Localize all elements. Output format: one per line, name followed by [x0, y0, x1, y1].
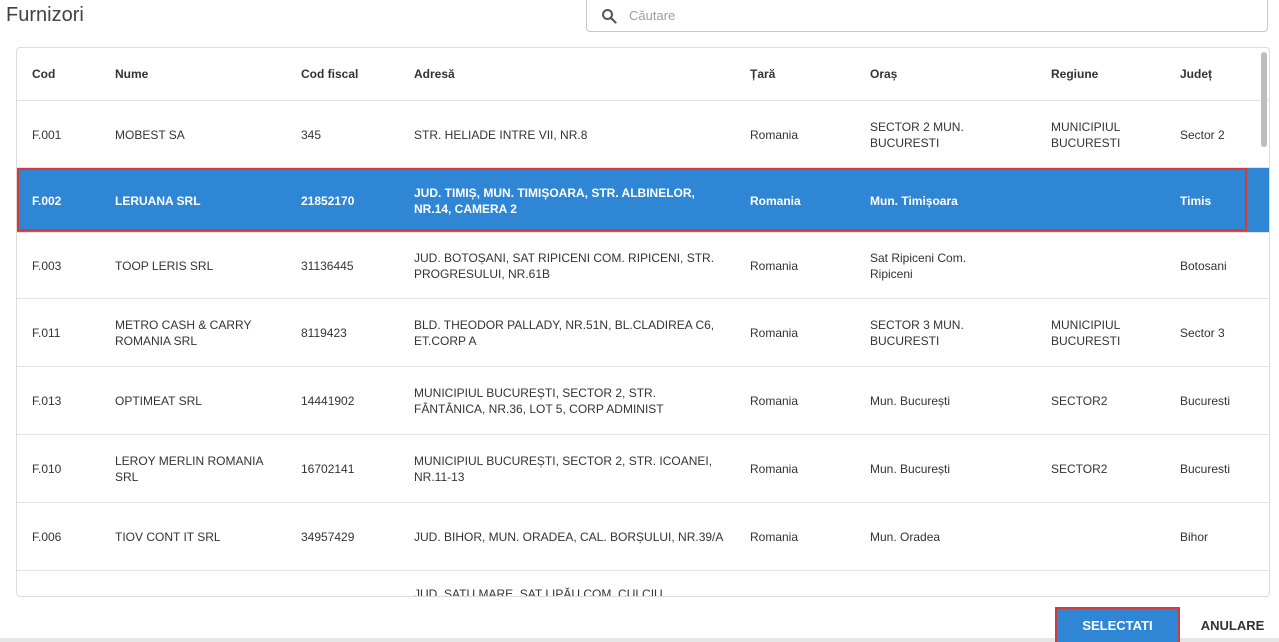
- cell-cod-fiscal: 34957429: [301, 530, 355, 544]
- cell-adresa: JUD. BOTOȘANI, SAT RIPICENI COM. RIPICEN…: [414, 251, 715, 281]
- cell-tara: Romania: [750, 326, 799, 340]
- cell-cod: F.001: [32, 127, 62, 142]
- cancel-button[interactable]: ANULARE: [1190, 609, 1275, 642]
- cell-judet: Sector 3: [1180, 326, 1225, 340]
- column-header-judet[interactable]: Județ: [1180, 48, 1212, 100]
- table-row-selected[interactable]: F.002 LERUANA SRL 21852170 JUD. TIMIȘ, M…: [17, 167, 1269, 233]
- cell-cod: F.003: [32, 259, 62, 273]
- select-button[interactable]: SELECTATI: [1055, 607, 1180, 642]
- cell-cod: F.010: [32, 462, 62, 476]
- column-header-oras[interactable]: Oraș: [870, 48, 897, 100]
- search-icon: [601, 8, 617, 24]
- cell-regiune: [1051, 503, 1161, 571]
- cell-adresa: JUD. BIHOR, MUN. ORADEA, CAL. BORȘULUI, …: [414, 530, 724, 544]
- cell-adresa: STR. HELIADE INTRE VII, NR.8: [414, 127, 588, 142]
- table-scrollbar[interactable]: [1261, 52, 1267, 147]
- cell-cod-fiscal: 8119423: [301, 326, 347, 340]
- cell-tara: Romania: [750, 259, 799, 273]
- cell-tara: Romania: [750, 193, 801, 208]
- cell-judet: Bucuresti: [1180, 462, 1231, 476]
- cell-judet: Timis: [1180, 193, 1212, 208]
- search-box[interactable]: [586, 0, 1268, 32]
- table-row[interactable]: F.011 METRO CASH & CARRY ROMANIA SRL 811…: [17, 298, 1269, 367]
- cell-oras: Sat Ripiceni Com. Ripiceni: [870, 251, 967, 281]
- search-input[interactable]: [627, 7, 1231, 24]
- cell-oras: Mun. Oradea: [870, 530, 941, 544]
- cell-regiune: SECTOR2: [1051, 462, 1108, 476]
- cell-oras: Mun. București: [870, 462, 951, 476]
- column-header-regiune[interactable]: Regiune: [1051, 48, 1098, 100]
- cell-adresa: JUD. TIMIȘ, MUN. TIMIȘOARA, STR. ALBINEL…: [414, 185, 695, 216]
- cell-nume: TIOV CONT IT SRL: [115, 530, 221, 544]
- cell-adresa: BLD. THEODOR PALLADY, NR.51N, BL.CLADIRE…: [414, 318, 715, 348]
- cell-nume: METRO CASH & CARRY ROMANIA SRL: [115, 318, 252, 348]
- cell-judet: Sector 2: [1180, 127, 1225, 142]
- column-header-nume[interactable]: Nume: [115, 48, 148, 100]
- table-header: Cod Nume Cod fiscal Adresă Țară Oraș Reg…: [17, 48, 1269, 100]
- table-row[interactable]: F.006 TIOV CONT IT SRL 34957429 JUD. BIH…: [17, 502, 1269, 571]
- table-row[interactable]: F.003 TOOP LERIS SRL 31136445 JUD. BOTOȘ…: [17, 232, 1269, 299]
- suppliers-table: Cod Nume Cod fiscal Adresă Țară Oraș Reg…: [16, 47, 1270, 597]
- column-header-adresa[interactable]: Adresă: [414, 48, 455, 100]
- cell-regiune: MUNICIPIUL BUCURESTI: [1051, 119, 1121, 150]
- cell-nume: TOOP LERIS SRL: [115, 259, 214, 273]
- cell-cod-fiscal: 21852170: [301, 193, 355, 208]
- column-header-cod[interactable]: Cod: [32, 48, 55, 100]
- cell-nume: LEROY MERLIN ROMANIA SRL: [115, 454, 263, 484]
- cell-nume: OPTIMEAT SRL: [115, 394, 202, 408]
- cell-cod: F.006: [32, 530, 62, 544]
- cell-oras: Mun. București: [870, 394, 951, 408]
- cell-cod: F.013: [32, 394, 62, 408]
- cell-regiune: [1051, 233, 1161, 299]
- cell-cod: F.002: [32, 193, 62, 208]
- cell-cod-fiscal: 31136445: [301, 259, 354, 273]
- cell-tara: Romania: [750, 530, 799, 544]
- cell-oras: SECTOR 3 MUN. BUCURESTI: [870, 318, 964, 348]
- page-title: Furnizori: [6, 4, 84, 26]
- table-row-partial[interactable]: JUD. SATU MARE, SAT LIPĂU COM. CULCIU,: [17, 570, 1269, 597]
- cell-judet: Bucuresti: [1180, 394, 1231, 408]
- cell-adresa: JUD. SATU MARE, SAT LIPĂU COM. CULCIU,: [414, 587, 667, 597]
- cell-tara: Romania: [750, 394, 799, 408]
- cell-cod-fiscal: 16702141: [301, 462, 355, 476]
- column-header-cod-fiscal[interactable]: Cod fiscal: [301, 48, 358, 100]
- cell-regiune: [1051, 168, 1161, 233]
- table-row[interactable]: F.001 MOBEST SA 345 STR. HELIADE INTRE V…: [17, 100, 1269, 168]
- cell-regiune: MUNICIPIUL BUCURESTI: [1051, 318, 1121, 348]
- cell-tara: Romania: [750, 462, 799, 476]
- table-row[interactable]: F.010 LEROY MERLIN ROMANIA SRL 16702141 …: [17, 434, 1269, 503]
- cell-nume: LERUANA SRL: [115, 193, 201, 208]
- cell-oras: SECTOR 2 MUN. BUCURESTI: [870, 119, 964, 150]
- cell-tara: Romania: [750, 127, 799, 142]
- cell-judet: Bihor: [1180, 530, 1209, 544]
- cell-oras: Mun. Timișoara: [870, 193, 958, 208]
- table-row[interactable]: F.013 OPTIMEAT SRL 14441902 MUNICIPIUL B…: [17, 366, 1269, 435]
- cell-adresa: MUNICIPIUL BUCUREȘTI, SECTOR 2, STR. FÂN…: [414, 386, 664, 416]
- cell-nume: MOBEST SA: [115, 127, 185, 142]
- cell-cod-fiscal: 345: [301, 127, 322, 142]
- cell-adresa: MUNICIPIUL BUCUREȘTI, SECTOR 2, STR. ICO…: [414, 454, 713, 484]
- cell-cod-fiscal: 14441902: [301, 394, 355, 408]
- cell-cod: F.011: [32, 326, 61, 340]
- cell-judet: Botosani: [1180, 259, 1227, 273]
- cell-regiune: SECTOR2: [1051, 394, 1108, 408]
- column-header-tara[interactable]: Țară: [750, 48, 775, 100]
